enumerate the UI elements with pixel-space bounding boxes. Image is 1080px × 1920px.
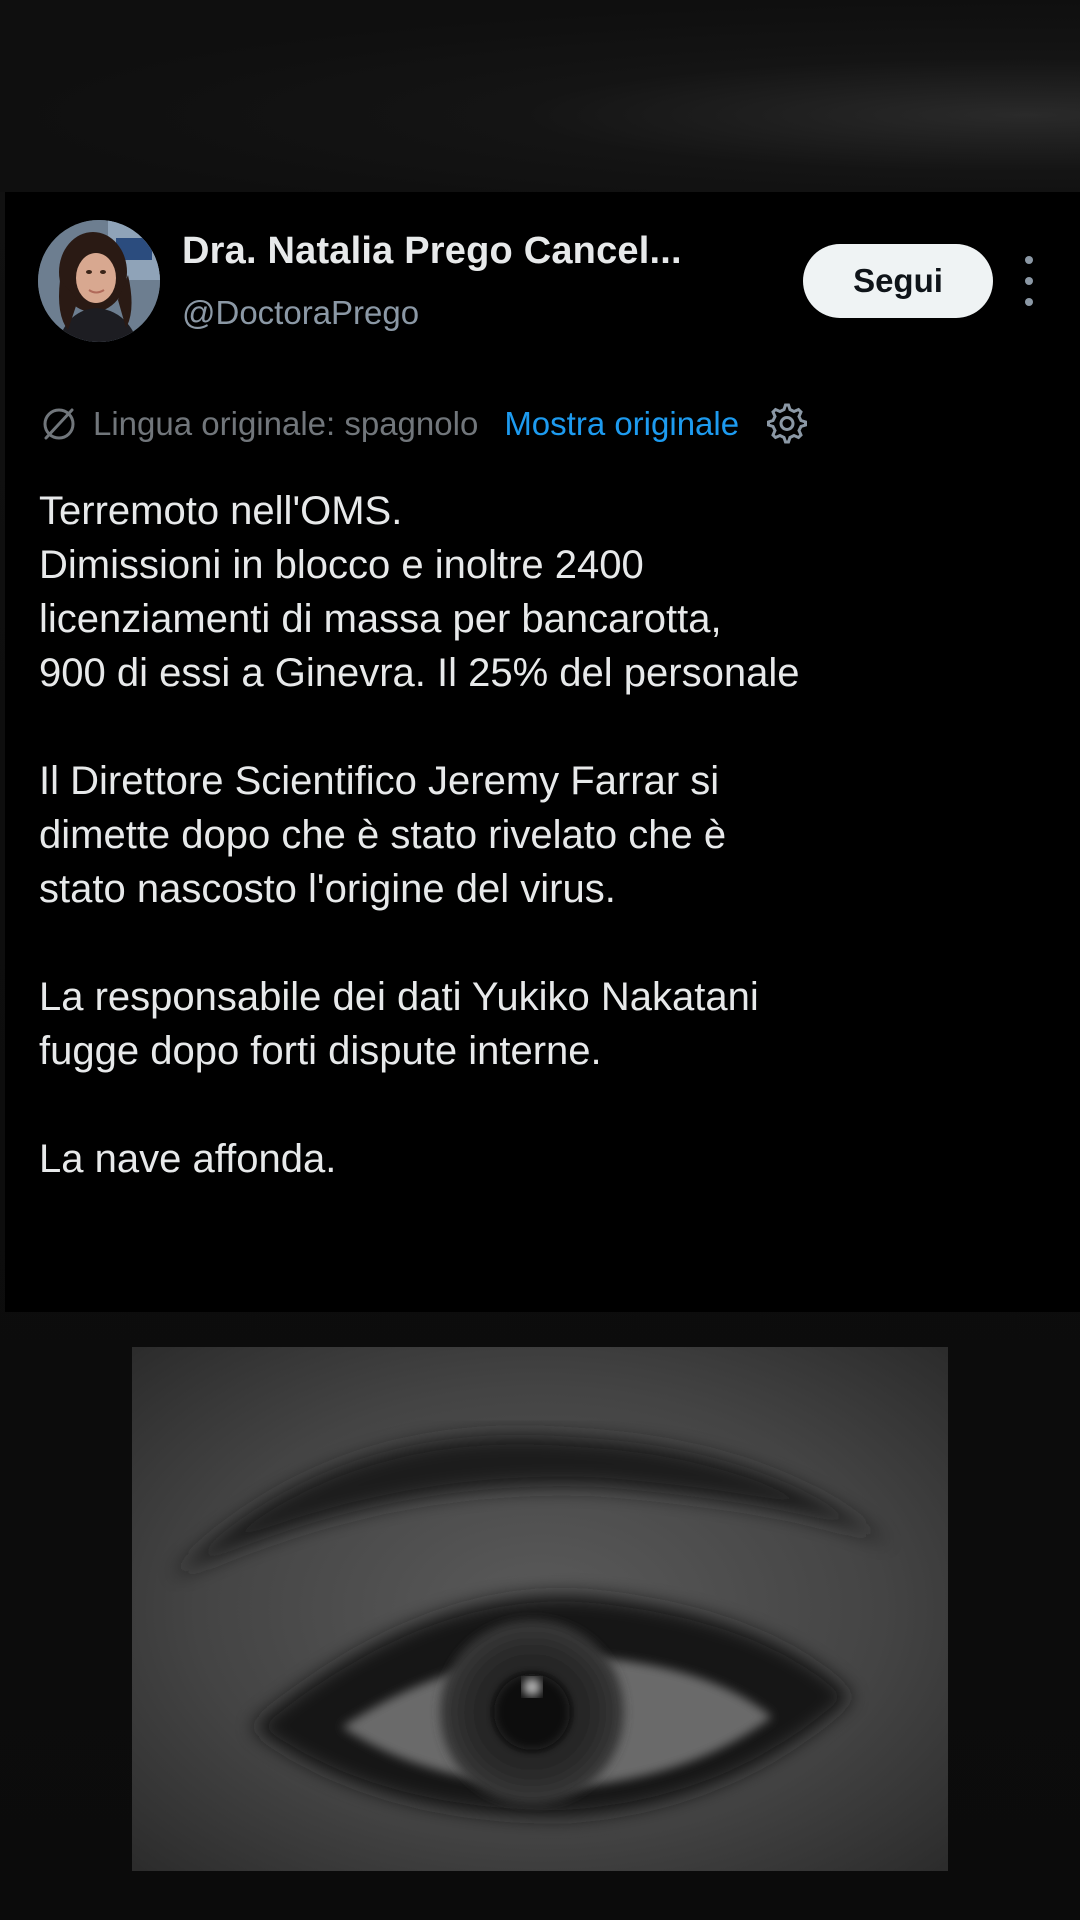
tweet-line: dimette dopo che è stato rivelato che è [39, 813, 727, 857]
screen: Dra. Natalia Prego Cancel... @DoctoraPre… [0, 0, 1080, 1920]
tweet-line: licenziamenti di massa per bancarotta, [39, 597, 722, 641]
tweet-line: fugge dopo forti dispute interne. [39, 1029, 602, 1073]
avatar-photo-icon [38, 220, 160, 342]
tweet-line: 900 di essi a Ginevra. Il 25% del person… [39, 651, 800, 695]
author-display-name[interactable]: Dra. Natalia Prego Cancel... [182, 230, 682, 273]
tweet-card: Dra. Natalia Prego Cancel... @DoctoraPre… [5, 192, 1080, 1312]
tweet-line: La nave affonda. [39, 1137, 337, 1181]
show-original-link[interactable]: Mostra originale [504, 405, 739, 443]
eye-closeup-icon [132, 1347, 948, 1871]
tweet-line: Dimissioni in blocco e inoltre 2400 [39, 543, 644, 587]
more-vertical-icon[interactable] [1017, 256, 1041, 306]
tweet-line: La responsabile dei dati Yukiko Nakatani [39, 975, 759, 1019]
follow-button[interactable]: Segui [803, 244, 993, 318]
tweet-line: stato nascosto l'origine del virus. [39, 867, 616, 911]
tweet-line: Il Direttore Scientifico Jeremy Farrar s… [39, 759, 720, 803]
video-top-background [0, 0, 1080, 192]
original-language-label: Lingua originale: spagnolo [93, 405, 479, 442]
author-avatar[interactable] [38, 220, 160, 342]
translation-bar: Lingua originale: spagnolo Mostra origin… [39, 400, 809, 448]
tweet-body: Terremoto nell'OMS. Dimissioni in blocco… [39, 484, 1059, 1186]
author-handle[interactable]: @DoctoraPrego [182, 294, 419, 332]
eye-closeup-image [132, 1347, 948, 1871]
tweet-line: Terremoto nell'OMS. [39, 489, 403, 533]
gear-icon[interactable] [765, 402, 809, 446]
translate-icon [43, 408, 75, 440]
